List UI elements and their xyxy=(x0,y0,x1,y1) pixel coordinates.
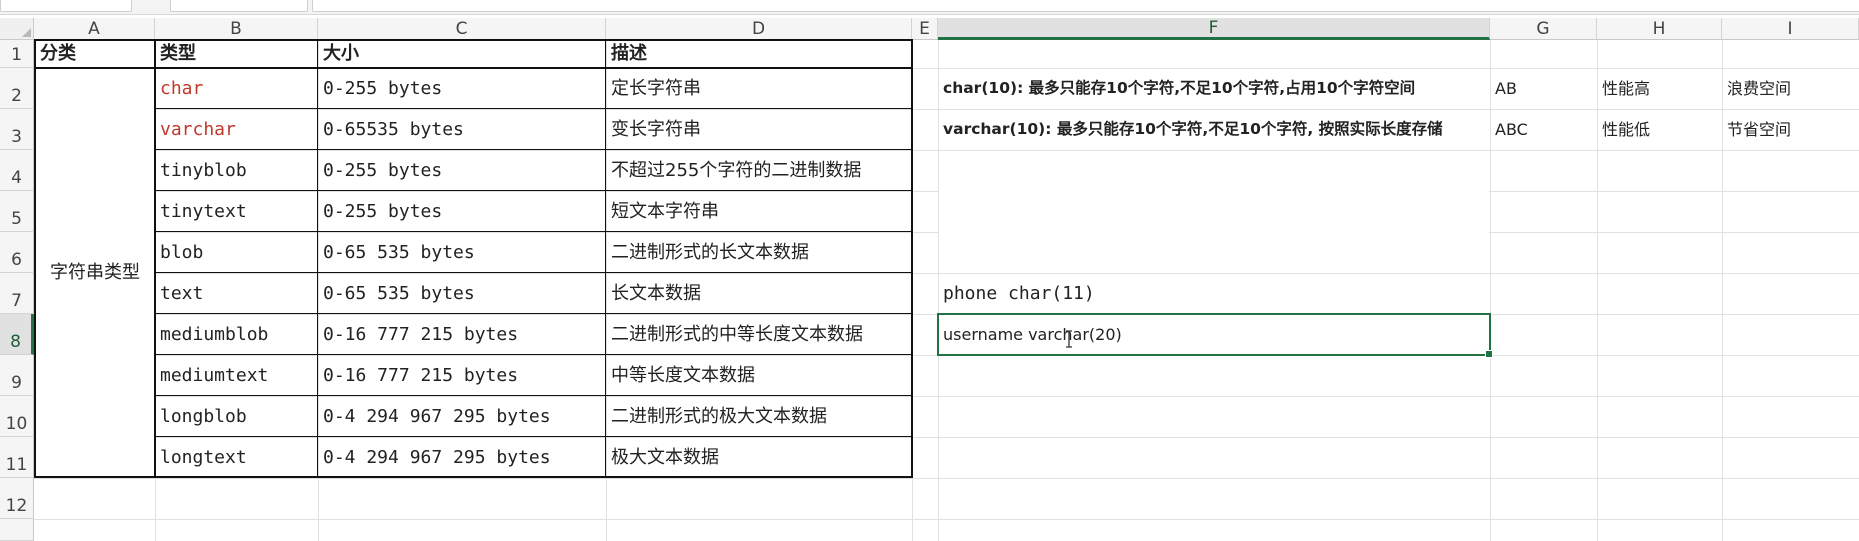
row-header-6[interactable]: 6 xyxy=(0,232,34,273)
column-header-c[interactable]: C xyxy=(318,18,606,40)
row-header-11[interactable]: 11 xyxy=(0,437,34,478)
size-cell[interactable]: 0-16 777 215 bytes xyxy=(319,314,605,355)
column-header-e[interactable]: E xyxy=(912,18,938,40)
char-perf-cell[interactable]: 性能高 xyxy=(1598,68,1721,109)
row-header-1[interactable]: 1 xyxy=(0,40,34,68)
column-header-i[interactable]: I xyxy=(1722,18,1859,40)
text-cursor-icon xyxy=(1066,330,1072,348)
type-cell[interactable]: tinytext xyxy=(156,191,316,232)
size-cell[interactable]: 0-16 777 215 bytes xyxy=(319,355,605,396)
header-size[interactable]: 大小 xyxy=(319,40,605,68)
blank-f4-f6[interactable] xyxy=(939,151,1489,273)
char-example-cell[interactable]: AB xyxy=(1491,68,1596,109)
varchar-perf-cell[interactable]: 性能低 xyxy=(1598,109,1721,150)
size-cell[interactable]: 0-255 bytes xyxy=(319,191,605,232)
column-header-d[interactable]: D xyxy=(606,18,912,40)
char-note-cell[interactable]: char(10): 最多只能存10个字符,不足10个字符,占用10个字符空间 xyxy=(939,68,1489,109)
size-cell[interactable]: 0-4 294 967 295 bytes xyxy=(319,437,605,478)
phone-cell[interactable]: phone char(11) xyxy=(939,273,1489,314)
table-col-line xyxy=(317,39,318,478)
header-description[interactable]: 描述 xyxy=(607,40,911,68)
char-space-cell[interactable]: 浪费空间 xyxy=(1723,68,1858,109)
formula-bar[interactable] xyxy=(312,0,1859,12)
varchar-space-cell[interactable]: 节省空间 xyxy=(1723,109,1858,150)
size-cell[interactable]: 0-255 bytes xyxy=(319,68,605,109)
type-cell[interactable]: blob xyxy=(156,232,316,273)
desc-cell[interactable]: 极大文本数据 xyxy=(607,437,911,478)
type-cell[interactable]: tinyblob xyxy=(156,150,316,191)
column-header-f[interactable]: F xyxy=(938,18,1490,40)
type-cell[interactable]: mediumblob xyxy=(156,314,316,355)
type-cell[interactable]: text xyxy=(156,273,316,314)
desc-cell[interactable]: 不超过255个字符的二进制数据 xyxy=(607,150,911,191)
type-cell[interactable]: char xyxy=(156,68,316,109)
varchar-note-cell[interactable]: varchar(10): 最多只能存10个字符,不足10个字符, 按照实际长度存… xyxy=(939,109,1489,150)
column-header-b[interactable]: B xyxy=(155,18,318,40)
desc-cell[interactable]: 定长字符串 xyxy=(607,68,911,109)
select-all-corner[interactable] xyxy=(0,18,34,40)
column-header-h[interactable]: H xyxy=(1597,18,1722,40)
desc-cell[interactable]: 二进制形式的极大文本数据 xyxy=(607,396,911,437)
toolbar-box[interactable] xyxy=(170,0,308,12)
column-header-a[interactable]: A xyxy=(34,18,155,40)
name-box[interactable] xyxy=(0,0,132,12)
row-header-10[interactable]: 10 xyxy=(0,396,34,437)
row-header-2[interactable]: 2 xyxy=(0,68,34,109)
row-header-13-partial[interactable] xyxy=(0,519,34,541)
toolbar-strip xyxy=(0,0,1859,15)
row-header-12[interactable]: 12 xyxy=(0,478,34,519)
desc-cell[interactable]: 长文本数据 xyxy=(607,273,911,314)
size-cell[interactable]: 0-65535 bytes xyxy=(319,109,605,150)
desc-cell[interactable]: 短文本字符串 xyxy=(607,191,911,232)
size-cell[interactable]: 0-4 294 967 295 bytes xyxy=(319,396,605,437)
header-type[interactable]: 类型 xyxy=(156,40,316,68)
header-category[interactable]: 分类 xyxy=(36,40,154,68)
row-header-9[interactable]: 9 xyxy=(0,355,34,396)
desc-cell[interactable]: 二进制形式的中等长度文本数据 xyxy=(607,314,911,355)
varchar-example-cell[interactable]: ABC xyxy=(1491,109,1596,150)
type-cell[interactable]: varchar xyxy=(156,109,316,150)
type-cell[interactable]: longtext xyxy=(156,437,316,478)
gridline xyxy=(34,478,1859,479)
row-header-5[interactable]: 5 xyxy=(0,191,34,232)
type-cell[interactable]: longblob xyxy=(156,396,316,437)
row-header-3[interactable]: 3 xyxy=(0,109,34,150)
table-col-line xyxy=(605,39,606,478)
size-cell[interactable]: 0-65 535 bytes xyxy=(319,232,605,273)
row-header-8[interactable]: 8 xyxy=(0,314,34,355)
type-cell[interactable]: mediumtext xyxy=(156,355,316,396)
category-cell[interactable]: 字符串类型 xyxy=(36,69,154,477)
row-header-4[interactable]: 4 xyxy=(0,150,34,191)
desc-cell[interactable]: 二进制形式的长文本数据 xyxy=(607,232,911,273)
desc-cell[interactable]: 变长字符串 xyxy=(607,109,911,150)
table-border-right xyxy=(911,39,913,478)
gridline xyxy=(34,519,1859,520)
row-header-7[interactable]: 7 xyxy=(0,273,34,314)
size-cell[interactable]: 0-65 535 bytes xyxy=(319,273,605,314)
column-header-g[interactable]: G xyxy=(1490,18,1597,40)
desc-cell[interactable]: 中等长度文本数据 xyxy=(607,355,911,396)
active-cell-selection[interactable] xyxy=(937,313,1493,358)
size-cell[interactable]: 0-255 bytes xyxy=(319,150,605,191)
